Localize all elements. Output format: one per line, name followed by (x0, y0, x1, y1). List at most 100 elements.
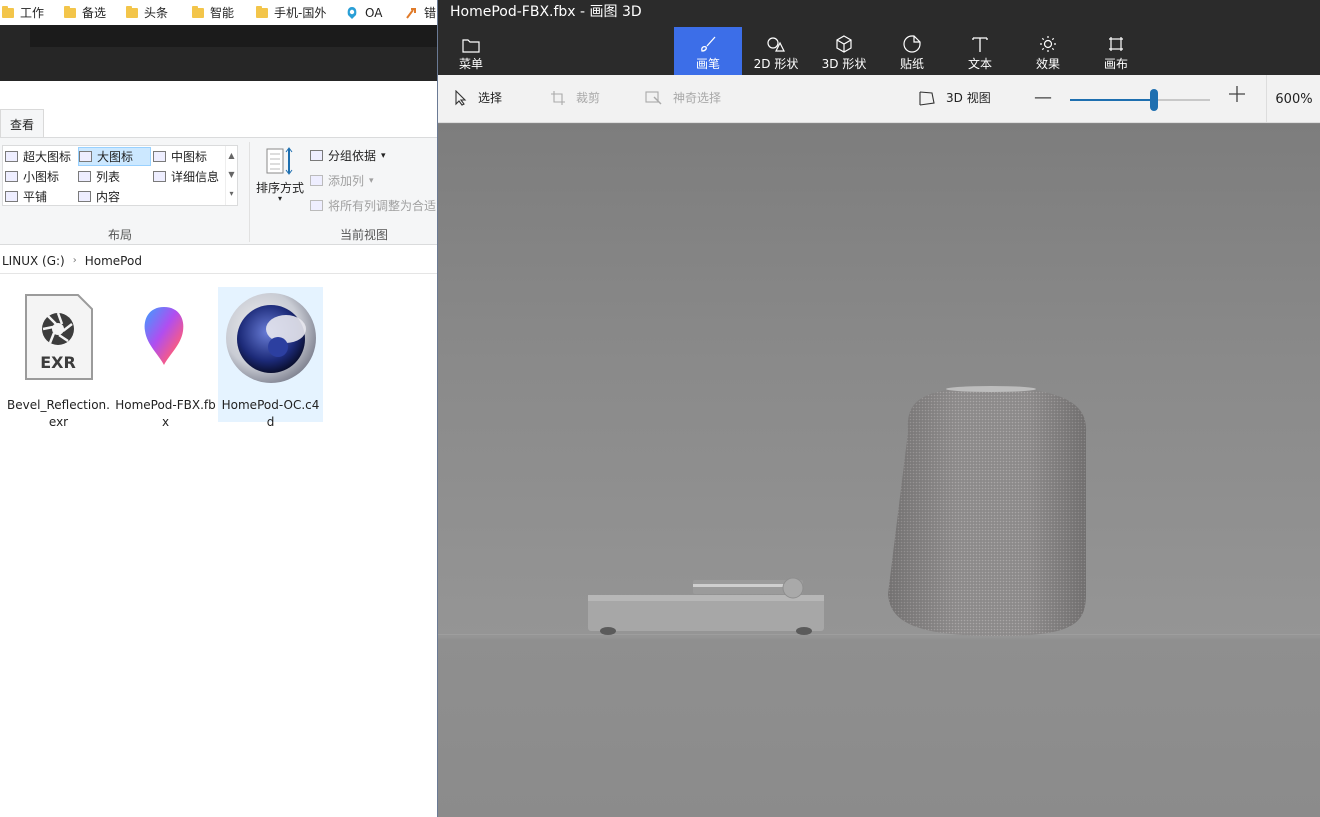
oa-icon (347, 6, 357, 19)
dropdown-arrow-icon: ▾ (369, 175, 374, 186)
add-column-icon (310, 175, 323, 186)
tool-stickers[interactable]: 贴纸 (878, 27, 946, 75)
2d-shapes-icon (767, 37, 785, 52)
sort-by-button[interactable]: 排序方式 ▾ (255, 146, 305, 203)
zoom-slider-fill (1070, 99, 1154, 101)
file-item[interactable]: EXR Bevel_Reflection.exr (6, 287, 111, 429)
window-title: HomePod-FBX.fbx - 画图 3D (438, 0, 1320, 26)
ribbon-tab-strip: 查看 (0, 81, 437, 139)
crop-button[interactable]: 裁剪 (550, 89, 600, 106)
tool-3d-shapes[interactable]: 3D 形状 (810, 27, 878, 75)
dropdown-arrow-icon: ▾ (277, 194, 282, 203)
layout-extra-large-icons[interactable]: 超大图标 (5, 147, 71, 166)
svg-text:EXR: EXR (40, 353, 76, 372)
content-icon (78, 191, 91, 202)
bookmark-folder[interactable]: 备选 (64, 0, 106, 25)
3d-canvas[interactable] (438, 124, 1320, 817)
canvas-icon (1109, 37, 1123, 51)
file-list: EXR Bevel_Reflection.exr HomePod-FBX.fbx… (0, 275, 437, 817)
exr-file-icon: EXR (25, 294, 93, 380)
layout-list[interactable]: 列表 (78, 167, 120, 186)
3d-view-icon (919, 90, 935, 106)
tool-text[interactable]: 文本 (946, 27, 1014, 75)
3d-shapes-icon (836, 35, 852, 53)
layout-content[interactable]: 内容 (78, 187, 120, 206)
bookmark-folder[interactable]: 头条 (126, 0, 168, 25)
cursor-icon (455, 89, 467, 106)
layout-large-icons[interactable]: 大图标 (78, 147, 151, 166)
file-item-selected[interactable]: HomePod-OC.c4d (218, 287, 323, 429)
zoom-out-button[interactable]: — (1034, 87, 1052, 108)
zoom-slider-thumb[interactable] (1150, 89, 1158, 111)
current-view-group-label: 当前视图 (340, 228, 389, 242)
file-name: Bevel_Reflection.exr (7, 398, 110, 429)
layout-gallery: 超大图标 大图标 中图标 小图标 列表 详细信息 平铺 内容 ▲ ▼ ▾ (2, 145, 238, 206)
base-model[interactable] (588, 577, 824, 635)
menu-button[interactable]: 菜单 (438, 27, 504, 75)
details-icon (153, 171, 166, 182)
layout-details[interactable]: 详细信息 (153, 167, 219, 186)
extra-large-icons-icon (5, 151, 18, 162)
3d-view-button[interactable]: 3D 视图 (918, 89, 991, 106)
bookmark-folder[interactable]: 智能 (192, 0, 234, 25)
breadcrumb-drive[interactable]: LINUX (G:) (2, 254, 65, 268)
file-name: HomePod-OC.c4d (221, 398, 320, 429)
tool-2d-shapes[interactable]: 2D 形状 (742, 27, 810, 75)
crop-icon (551, 90, 565, 105)
layout-small-icons[interactable]: 小图标 (5, 167, 59, 186)
magic-select-button[interactable]: 神奇选择 (645, 89, 721, 106)
small-icons-icon (5, 171, 18, 182)
magic-select-icon (645, 90, 662, 104)
background-window-strip (0, 25, 437, 81)
add-column-button[interactable]: 添加列 ▾ (310, 171, 374, 190)
group-by-button[interactable]: 分组依据 ▾ (310, 146, 386, 165)
plus-icon (1229, 86, 1245, 102)
fit-columns-button[interactable]: 将所有列调整为合适 (310, 196, 437, 215)
bookmark-folder[interactable]: 手机-国外 (256, 0, 326, 25)
cinema4d-file-icon (226, 293, 316, 383)
bookmarks-bar: 工作 备选 头条 智能 手机-国外 OA 错 (0, 0, 437, 25)
dropdown-arrow-icon: ▾ (381, 150, 386, 161)
tool-effects[interactable]: 效果 (1014, 27, 1082, 75)
paint3d-subbar: 选择 裁剪 神奇选择 3D 视图 — 600% (438, 75, 1320, 123)
sort-icon (266, 147, 293, 175)
zoom-in-button[interactable] (1228, 85, 1246, 103)
breadcrumb-folder[interactable]: HomePod (85, 254, 142, 268)
gallery-scroll[interactable]: ▲ ▼ ▾ (225, 146, 237, 205)
folder-icon (256, 5, 268, 18)
list-icon (78, 171, 91, 182)
layout-medium-icons[interactable]: 中图标 (153, 147, 207, 166)
minus-icon: — (1034, 87, 1052, 108)
fit-columns-icon (310, 200, 323, 211)
bookmark-link[interactable]: 错 (404, 0, 436, 25)
folder-outline-icon (462, 39, 480, 53)
file-item[interactable]: HomePod-FBX.fbx (113, 287, 218, 429)
brush-icon (701, 36, 716, 52)
homepod-model[interactable] (888, 386, 1087, 636)
tool-canvas[interactable]: 画布 (1082, 27, 1150, 75)
bookmark-folder[interactable]: 工作 (2, 0, 44, 25)
group-by-icon (310, 150, 323, 161)
paint3d-file-icon (144, 307, 184, 365)
address-bar[interactable]: LINUX (G:) › HomePod (0, 248, 437, 274)
ribbon-view-panel: 超大图标 大图标 中图标 小图标 列表 详细信息 平铺 内容 ▲ ▼ ▾ 布局 排序… (0, 137, 437, 245)
tool-brushes[interactable]: 画笔 (674, 27, 742, 75)
layout-group-label: 布局 (108, 228, 133, 242)
link-icon (406, 7, 416, 19)
zoom-slider[interactable] (1070, 89, 1210, 111)
file-name: HomePod-FBX.fbx (115, 398, 216, 429)
select-button[interactable]: 选择 (454, 89, 502, 106)
zoom-level[interactable]: 600% (1266, 75, 1320, 123)
large-icons-icon (79, 151, 92, 162)
text-icon (972, 37, 988, 52)
breadcrumb-chevron-icon: › (72, 255, 77, 266)
layout-tiles[interactable]: 平铺 (5, 187, 47, 206)
folder-icon (126, 5, 138, 18)
folder-icon (192, 5, 204, 18)
ribbon-separator (249, 142, 250, 242)
stickers-icon (903, 35, 921, 53)
tab-view[interactable]: 查看 (0, 109, 44, 139)
bookmark-oa[interactable]: OA (345, 0, 382, 25)
effects-icon (1040, 36, 1056, 52)
folder-icon (64, 5, 76, 18)
